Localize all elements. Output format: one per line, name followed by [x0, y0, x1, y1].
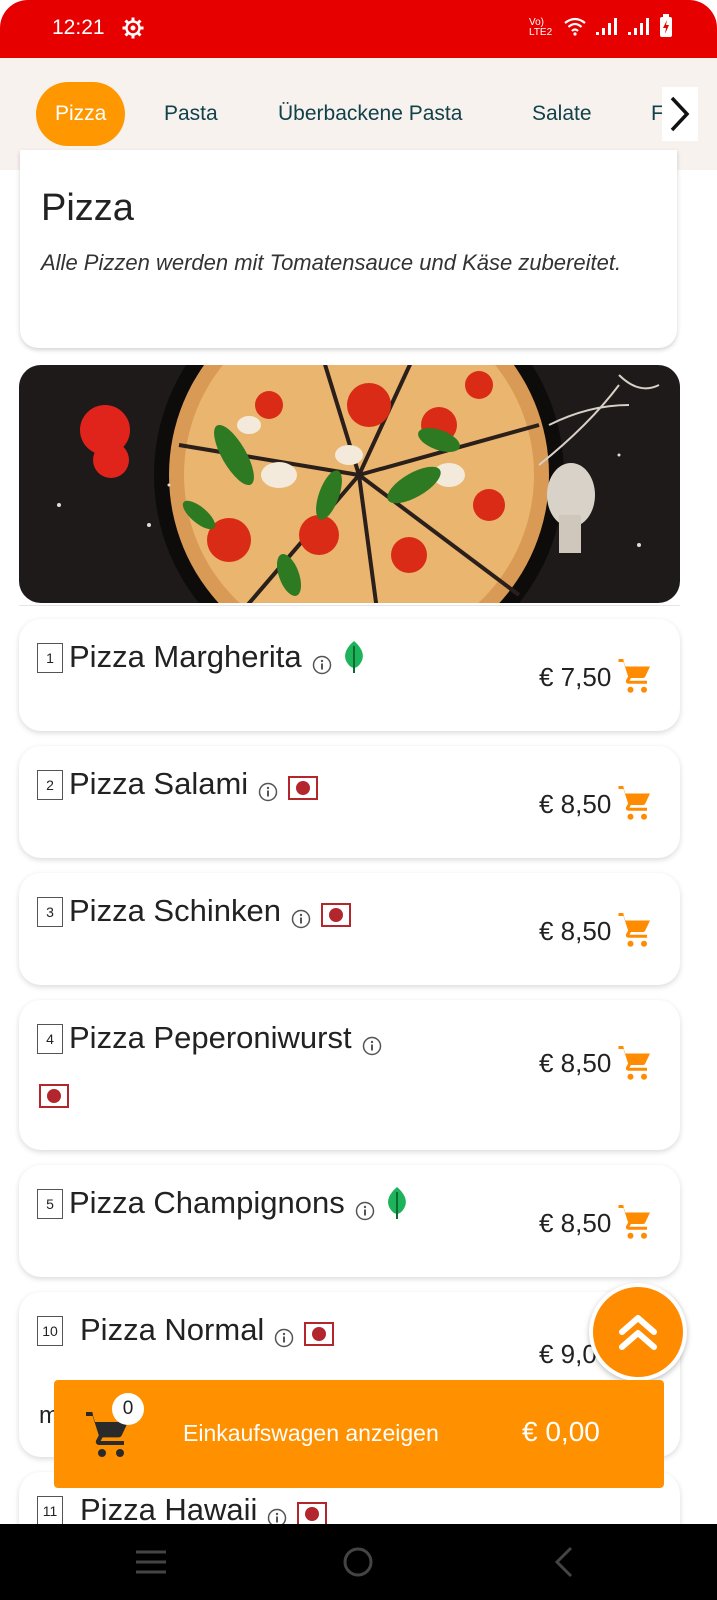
signal-icon — [595, 16, 619, 41]
recent-apps-icon[interactable] — [134, 1546, 168, 1583]
product-card[interactable]: 3 Pizza Schinken € 8,50 — [19, 873, 680, 985]
info-icon[interactable] — [291, 901, 311, 929]
product-price: € 8,50 — [539, 1208, 612, 1238]
info-icon[interactable] — [258, 774, 278, 802]
info-icon[interactable] — [274, 1320, 294, 1348]
meat-badge-icon — [39, 1084, 69, 1108]
battery-icon — [659, 13, 673, 43]
scroll-right-button[interactable] — [662, 87, 698, 141]
meat-badge-icon — [320, 899, 351, 927]
chevron-right-icon — [670, 96, 690, 132]
tab-salate[interactable]: Salate — [532, 82, 592, 146]
product-price: € 8,50 — [539, 789, 612, 819]
veg-leaf-icon — [385, 1186, 409, 1220]
product-name: Pizza Margherita — [69, 639, 302, 674]
product-price: € 7,50 — [539, 662, 612, 692]
tab-ueberbackene-pasta[interactable]: Überbackene Pasta — [278, 82, 462, 146]
product-card[interactable]: 1 Pizza Margherita € 7,50 — [19, 619, 680, 731]
tab-pizza[interactable]: Pizza — [36, 82, 126, 146]
product-name: Pizza Normal — [80, 1312, 265, 1347]
status-icons: Vo) LTE2 — [529, 13, 673, 43]
product-card[interactable]: 4 Pizza Peperoniwurst € 8,50 — [19, 1000, 680, 1150]
product-title-row: Pizza Salami — [69, 766, 319, 802]
product-number: 4 — [37, 1024, 63, 1054]
meat-badge-icon — [297, 1498, 328, 1526]
add-to-cart-icon[interactable] — [617, 659, 653, 695]
product-name: Pizza Schinken — [69, 893, 281, 928]
settings-gear-icon — [122, 17, 144, 39]
meat-badge-icon — [288, 772, 319, 800]
product-number: 2 — [37, 770, 63, 800]
info-icon[interactable] — [355, 1193, 375, 1221]
product-card[interactable]: 5 Pizza Champignons € 8,50 — [19, 1165, 680, 1277]
section-header-card: Pizza Alle Pizzen werden mit Tomatensauc… — [20, 150, 677, 348]
add-to-cart-icon[interactable] — [617, 1046, 653, 1082]
status-time: 12:21 — [52, 16, 105, 39]
product-price: € 9,0 — [539, 1339, 597, 1369]
product-number: 1 — [37, 643, 63, 673]
product-title-row: Pizza Margherita — [69, 639, 366, 675]
wifi-icon — [563, 16, 587, 41]
tab-pasta[interactable]: Pasta — [164, 82, 218, 146]
product-card[interactable]: 2 Pizza Salami € 8,50 — [19, 746, 680, 858]
product-title-row: Pizza Schinken — [69, 893, 351, 929]
info-icon[interactable] — [267, 1500, 287, 1528]
product-number: 3 — [37, 897, 63, 927]
info-icon[interactable] — [362, 1028, 382, 1056]
add-to-cart-icon[interactable] — [617, 786, 653, 822]
cart-total: € 0,00 — [522, 1416, 600, 1447]
product-title-row: Pizza Peperoniwurst — [69, 1020, 382, 1056]
product-number: 11 — [37, 1496, 63, 1526]
veg-leaf-icon — [342, 640, 366, 674]
meat-badge-icon — [304, 1318, 335, 1346]
product-number: 10 — [37, 1316, 63, 1346]
home-icon[interactable] — [342, 1546, 374, 1583]
pizza-banner-image — [19, 365, 680, 603]
double-chevron-up-icon — [619, 1315, 657, 1350]
section-description: Alle Pizzen werden mit Tomatensauce und … — [41, 250, 622, 275]
product-title-row: Pizza Champignons — [69, 1185, 409, 1221]
back-icon[interactable] — [552, 1546, 576, 1583]
product-name: Pizza Salami — [69, 766, 249, 801]
product-price: € 8,50 — [539, 916, 612, 946]
signal-icon — [627, 16, 651, 41]
section-title: Pizza — [41, 187, 134, 229]
product-number: 5 — [37, 1189, 63, 1219]
product-name: Pizza Champignons — [69, 1185, 345, 1220]
product-name: Pizza Peperoniwurst — [69, 1020, 352, 1055]
show-cart-label: Einkaufswagen anzeigen — [183, 1420, 439, 1446]
status-bar: 12:21 Vo) LTE2 — [0, 0, 717, 58]
product-price: € 8,50 — [539, 1048, 612, 1078]
add-to-cart-icon[interactable] — [617, 913, 653, 949]
divider — [19, 605, 680, 606]
add-to-cart-icon[interactable] — [617, 1205, 653, 1241]
info-icon[interactable] — [312, 647, 332, 675]
product-title-row: Pizza Hawaii — [80, 1492, 328, 1528]
product-title-row: Pizza Normal — [80, 1312, 335, 1348]
system-navigation-bar — [0, 1524, 717, 1600]
scroll-to-top-button[interactable] — [589, 1283, 687, 1381]
cart-count-badge: 0 — [112, 1393, 144, 1425]
show-cart-button[interactable]: 0 Einkaufswagen anzeigen € 0,00 — [54, 1380, 664, 1488]
product-name: Pizza Hawaii — [80, 1492, 258, 1527]
volte-label: Vo) LTE2 — [529, 17, 553, 38]
